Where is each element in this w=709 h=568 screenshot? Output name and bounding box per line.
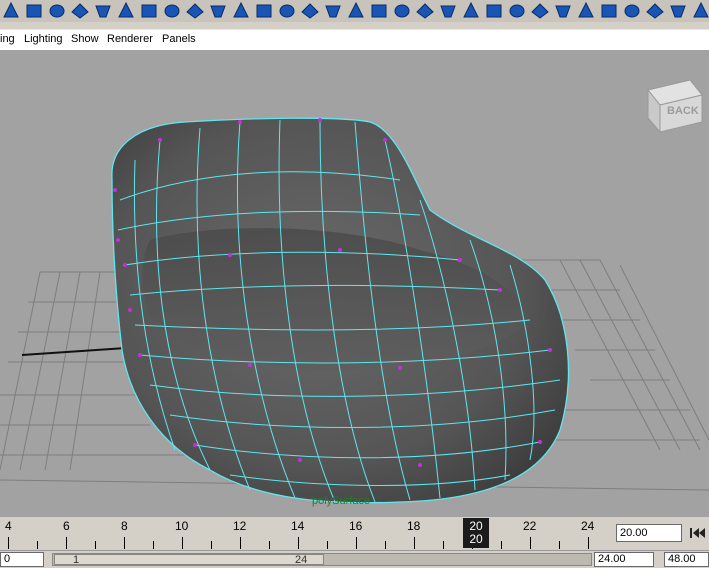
minor-tick-mark bbox=[559, 541, 560, 549]
time-slider[interactable]: 4 6 8 10 12 14 16 18 22 24 20 20 20.00 bbox=[0, 517, 709, 550]
tick-mark bbox=[298, 537, 299, 549]
view-cube[interactable]: BACK bbox=[647, 79, 703, 134]
current-time-field[interactable]: 20.00 bbox=[616, 524, 682, 542]
tick-mark bbox=[124, 537, 125, 549]
shelf-tool-icon[interactable] bbox=[184, 0, 206, 20]
tick-mark bbox=[240, 537, 241, 549]
shelf-tool-icon[interactable] bbox=[299, 0, 321, 20]
grid-axis-line bbox=[21, 347, 127, 356]
tick-label: 6 bbox=[63, 519, 70, 533]
minor-tick-mark bbox=[37, 541, 38, 549]
panel-menu-bar: ing Lighting Show Renderer Panels bbox=[0, 29, 709, 51]
viewport-canvas[interactable]: polySurface BACK bbox=[0, 50, 709, 517]
minor-tick-mark bbox=[385, 541, 386, 549]
go-to-start-icon[interactable] bbox=[687, 523, 709, 543]
minor-tick-mark bbox=[211, 541, 212, 549]
menu-panels[interactable]: Panels bbox=[162, 33, 196, 45]
shelf-tool-icon[interactable] bbox=[575, 0, 597, 20]
shelf-tool-icon[interactable] bbox=[667, 0, 689, 20]
menu-show[interactable]: Show bbox=[71, 33, 99, 45]
shelf-tool-icon[interactable] bbox=[506, 0, 528, 20]
range-slider[interactable]: 0 1 24 24.00 48.00 bbox=[0, 550, 709, 568]
tick-mark bbox=[8, 537, 9, 549]
minor-tick-mark bbox=[501, 541, 502, 549]
shelf-tool-icon[interactable] bbox=[437, 0, 459, 20]
minor-tick-mark bbox=[327, 541, 328, 549]
shelf-tool-icon[interactable] bbox=[276, 0, 298, 20]
shelf-tool-icon[interactable] bbox=[253, 0, 275, 20]
minor-tick-mark bbox=[153, 541, 154, 549]
shelf-tool-icon[interactable] bbox=[23, 0, 45, 20]
range-handle[interactable]: 1 24 bbox=[54, 554, 324, 566]
tick-label: 22 bbox=[523, 519, 537, 533]
shelf-tool-icon[interactable] bbox=[322, 0, 344, 20]
shelf-tool-icon[interactable] bbox=[230, 0, 252, 20]
shelf-tool-icon[interactable] bbox=[368, 0, 390, 20]
minor-tick-mark bbox=[269, 541, 270, 549]
shelf-tool-icon[interactable] bbox=[644, 0, 666, 20]
start-time-field[interactable]: 0 bbox=[0, 552, 44, 567]
shelf-tool-icon[interactable] bbox=[690, 0, 709, 20]
tick-label: 24 bbox=[581, 519, 595, 533]
minor-tick-mark bbox=[95, 541, 96, 549]
view-cube-label: BACK bbox=[667, 105, 699, 117]
menu-lighting[interactable]: Lighting bbox=[24, 33, 63, 45]
tick-mark bbox=[588, 537, 589, 549]
shelf-tool-icon[interactable] bbox=[0, 0, 22, 20]
object-name-label: polySurface bbox=[312, 495, 370, 507]
current-frame-marker[interactable]: 20 20 bbox=[463, 518, 489, 548]
menu-renderer[interactable]: Renderer bbox=[107, 33, 153, 45]
minor-tick-mark bbox=[443, 541, 444, 549]
tick-label: 4 bbox=[5, 519, 12, 533]
tick-label: 16 bbox=[349, 519, 363, 533]
shelf-tool-icon[interactable] bbox=[115, 0, 137, 20]
shelf-tool-icon[interactable] bbox=[552, 0, 574, 20]
tick-mark bbox=[356, 537, 357, 549]
shelf-toolbar bbox=[0, 0, 709, 23]
toolbar-separator bbox=[0, 22, 709, 29]
shelf-tool-icon[interactable] bbox=[460, 0, 482, 20]
shelf-tool-icon[interactable] bbox=[483, 0, 505, 20]
menu-shading[interactable]: ing bbox=[0, 33, 15, 45]
anim-end-field[interactable]: 48.00 bbox=[664, 552, 709, 567]
tick-label: 12 bbox=[233, 519, 247, 533]
shelf-tool-icon[interactable] bbox=[207, 0, 229, 20]
tick-mark bbox=[182, 537, 183, 549]
shelf-tool-icon[interactable] bbox=[529, 0, 551, 20]
end-time-field[interactable]: 24.00 bbox=[594, 552, 654, 567]
mesh-object[interactable] bbox=[111, 117, 570, 504]
tick-label: 18 bbox=[407, 519, 421, 533]
shelf-tool-icon[interactable] bbox=[46, 0, 68, 20]
tick-label: 8 bbox=[121, 519, 128, 533]
range-handle-start: 1 bbox=[73, 554, 80, 566]
tick-mark bbox=[66, 537, 67, 549]
shelf-tool-icon[interactable] bbox=[69, 0, 91, 20]
tick-label: 10 bbox=[175, 519, 189, 533]
shelf-tool-icon[interactable] bbox=[92, 0, 114, 20]
shelf-tool-icon[interactable] bbox=[391, 0, 413, 20]
shelf-tool-icon[interactable] bbox=[598, 0, 620, 20]
current-frame-bottom: 20 bbox=[469, 532, 483, 546]
range-handle-end: 24 bbox=[295, 554, 308, 566]
shelf-tool-icon[interactable] bbox=[621, 0, 643, 20]
shelf-tool-icon[interactable] bbox=[161, 0, 183, 20]
shelf-tool-icon[interactable] bbox=[138, 0, 160, 20]
tick-label: 14 bbox=[291, 519, 305, 533]
tick-mark bbox=[530, 537, 531, 549]
shelf-tool-icon[interactable] bbox=[345, 0, 367, 20]
tick-mark bbox=[414, 537, 415, 549]
time-ruler[interactable]: 4 6 8 10 12 14 16 18 22 24 bbox=[0, 517, 612, 550]
shelf-tool-icon[interactable] bbox=[414, 0, 436, 20]
perspective-viewport[interactable]: polySurface BACK bbox=[0, 50, 709, 517]
